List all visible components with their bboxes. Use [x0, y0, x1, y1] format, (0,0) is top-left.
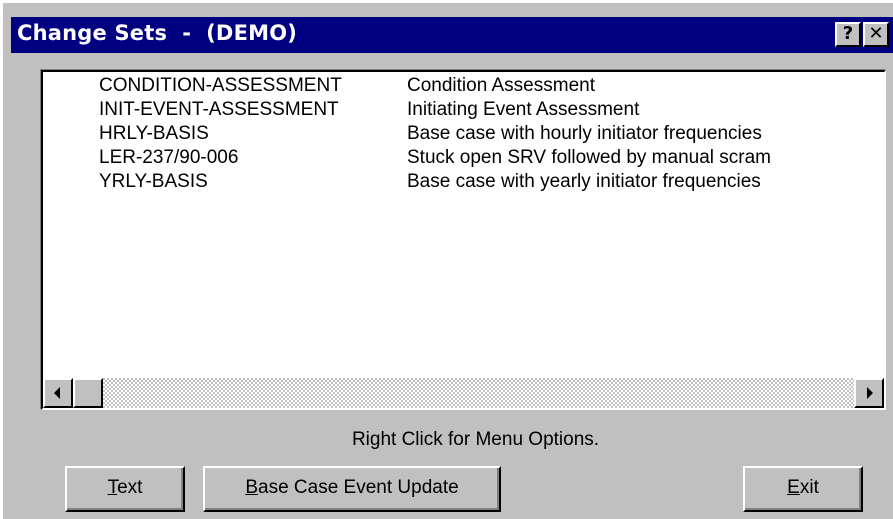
scroll-left-button[interactable]: [43, 378, 73, 408]
help-button[interactable]: ?: [835, 22, 861, 47]
change-set-description: Base case with hourly initiator frequenc…: [407, 123, 762, 144]
scroll-right-arrow-icon: [867, 387, 873, 399]
change-sets-listbox[interactable]: CONDITION-ASSESSMENT Condition Assessmen…: [41, 70, 886, 410]
close-button[interactable]: ✕: [863, 22, 889, 47]
scrollbar-thumb[interactable]: [73, 378, 103, 408]
base-case-event-update-button[interactable]: Base Case Event Update: [203, 466, 501, 512]
scroll-right-button[interactable]: [854, 378, 884, 408]
question-mark-icon: ?: [842, 23, 854, 44]
change-set-description: Initiating Event Assessment: [407, 99, 640, 120]
exit-button[interactable]: Exit: [743, 466, 863, 512]
text-button[interactable]: Text: [65, 466, 185, 512]
scroll-left-arrow-icon: [54, 387, 60, 399]
menu-hint-text: Right Click for Menu Options.: [351, 429, 600, 450]
change-set-name: YRLY-BASIS: [99, 171, 208, 192]
change-set-name: HRLY-BASIS: [99, 123, 209, 144]
title-bar: Change Sets - (DEMO) ? ✕: [11, 17, 893, 53]
change-set-name: LER-237/90-006: [99, 147, 239, 168]
base-case-button-accelerator: B: [245, 477, 258, 498]
exit-button-accelerator: E: [787, 477, 800, 498]
base-case-button-label: ase Case Event Update: [258, 477, 459, 498]
change-set-description: Stuck open SRV followed by manual scram: [407, 147, 771, 168]
close-icon: ✕: [868, 23, 884, 44]
change-set-description: Base case with yearly initiator frequenc…: [407, 171, 761, 192]
horizontal-scrollbar[interactable]: [43, 378, 884, 408]
window-title: Change Sets - (DEMO): [17, 21, 298, 45]
change-sets-window: Change Sets - (DEMO) ? ✕ CONDITION-ASSES…: [0, 0, 893, 519]
text-button-accelerator: T: [107, 477, 118, 498]
change-set-description: Condition Assessment: [407, 75, 595, 96]
change-set-name: CONDITION-ASSESSMENT: [99, 75, 342, 96]
exit-button-label: xit: [799, 477, 819, 498]
text-button-label: ext: [117, 477, 143, 498]
change-set-name: INIT-EVENT-ASSESSMENT: [99, 99, 339, 120]
